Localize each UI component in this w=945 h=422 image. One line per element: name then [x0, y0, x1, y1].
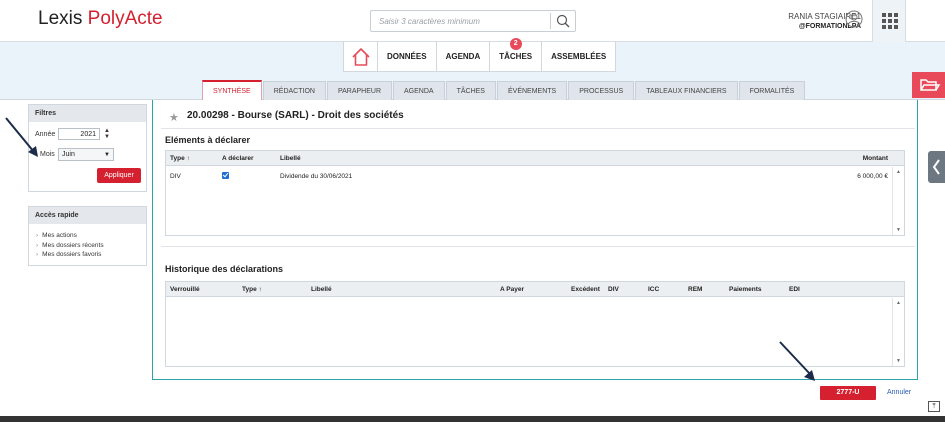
- chevron-right-icon: ›: [36, 251, 39, 258]
- apply-button[interactable]: Appliquer: [97, 168, 141, 183]
- scroll-to-top-icon[interactable]: ⤒: [928, 401, 940, 412]
- app-header: Lexis PolyActe Saisir 3 caractères minim…: [0, 0, 945, 42]
- top-navigation: DONNÉES AGENDA 2 TÂCHES ASSEMBLÉES: [343, 38, 617, 72]
- scroll-up-icon[interactable]: ▲: [896, 169, 901, 175]
- apps-grid-icon: [882, 13, 898, 29]
- search-placeholder: Saisir 3 caractères minimum: [379, 17, 480, 26]
- quick-link-label: Mes dossiers favoris: [42, 251, 102, 258]
- elements-title: Eléments à déclarer: [165, 135, 251, 145]
- tab-parapheur[interactable]: PARAPHEUR: [326, 81, 393, 100]
- quick-link-label: Mes dossiers récents: [42, 241, 104, 249]
- table-row[interactable]: DIV Dividende du 30/06/2021 6 000,00 €: [166, 167, 904, 185]
- row-type: DIV: [170, 173, 181, 180]
- user-avatar-icon[interactable]: [845, 10, 863, 28]
- tab-synthese[interactable]: SYNTHÈSE: [202, 80, 262, 100]
- nav-donnees[interactable]: DONNÉES: [378, 42, 437, 72]
- tab-redaction[interactable]: RÉDACTION: [262, 81, 326, 100]
- apps-menu-button[interactable]: [872, 0, 906, 42]
- dossier-title: 20.00298 - Bourse (SARL) - Droit des soc…: [187, 110, 404, 121]
- elements-scrollbar[interactable]: ▲ ▼: [892, 167, 904, 235]
- home-button[interactable]: [344, 42, 378, 72]
- row-montant: 6 000,00 €: [857, 173, 888, 180]
- quick-link-label: Mes actions: [42, 232, 77, 239]
- quick-links: › Mes actions › Mes dossiers récents › Mes …: [36, 231, 104, 260]
- mois-value: Juin: [62, 151, 75, 158]
- quick-link-actions[interactable]: › Mes actions: [36, 231, 104, 241]
- col-rem[interactable]: REM: [688, 286, 702, 293]
- folder-panel-button[interactable]: [912, 72, 945, 98]
- tab-processus[interactable]: PROCESSUS: [568, 81, 635, 100]
- row-libelle: Dividende du 30/06/2021: [280, 173, 353, 180]
- scroll-down-icon[interactable]: ▼: [896, 358, 901, 364]
- elements-table: Type ↑ A déclarer Libellé Montant DIV Di…: [165, 150, 905, 236]
- a-declarer-checkbox[interactable]: [222, 172, 229, 179]
- chevron-right-icon: ›: [36, 232, 39, 239]
- star-icon[interactable]: ★: [169, 111, 179, 124]
- tab-evenements[interactable]: ÉVÉNEMENTS: [496, 81, 568, 100]
- col-div[interactable]: DIV: [608, 286, 619, 293]
- mois-select[interactable]: Juin ▼: [58, 148, 114, 161]
- search-input[interactable]: Saisir 3 caractères minimum: [370, 10, 576, 32]
- chevron-down-icon: ▼: [104, 152, 110, 158]
- col-libelle[interactable]: Libellé: [280, 155, 301, 162]
- col-icc[interactable]: ICC: [648, 286, 659, 293]
- nav-band: DONNÉES AGENDA 2 TÂCHES ASSEMBLÉES SYNTH…: [0, 38, 945, 100]
- tab-agenda[interactable]: AGENDA: [393, 81, 445, 100]
- nav-agenda[interactable]: AGENDA: [437, 42, 491, 72]
- annee-stepper[interactable]: ▲ ▼: [104, 128, 112, 140]
- col-type[interactable]: Type ↑: [242, 286, 262, 293]
- annotation-arrow-icon: [5, 117, 38, 157]
- tab-tableaux-financiers[interactable]: TABLEAUX FINANCIERS: [635, 81, 738, 100]
- taches-count-badge: 2: [509, 38, 522, 50]
- col-type[interactable]: Type ↑: [170, 155, 190, 162]
- nav-taches-label: TÂCHES: [499, 52, 533, 61]
- logo-text: Lexis: [38, 8, 88, 29]
- acces-rapide-panel: Accès rapide › Mes actions › Mes dossiers …: [28, 206, 147, 266]
- sort-up-icon: ↑: [186, 155, 190, 162]
- search-divider: [550, 13, 551, 29]
- col-excedent[interactable]: Excédent: [571, 286, 600, 293]
- historique-header: Verrouillé Type ↑ Libellé A Payer Excéde…: [166, 282, 904, 297]
- cancel-link[interactable]: Annuler: [887, 389, 911, 396]
- acces-rapide-title: Accès rapide: [29, 207, 146, 224]
- footer-bar: [0, 416, 945, 422]
- quick-link-recents[interactable]: › Mes dossiers récents: [36, 241, 104, 251]
- elements-header: Type ↑ A déclarer Libellé Montant: [166, 151, 904, 166]
- app-logo[interactable]: Lexis PolyActe: [38, 8, 163, 30]
- home-icon: [352, 48, 370, 66]
- col-edi[interactable]: EDI: [789, 286, 800, 293]
- divider: [161, 128, 915, 129]
- tab-formalites[interactable]: FORMALITÉS: [738, 81, 806, 100]
- logo-brand-text: PolyActe: [87, 8, 163, 29]
- dossier-tabs: SYNTHÈSE RÉDACTION PARAPHEUR AGENDA TÂCH…: [202, 80, 806, 100]
- search-icon[interactable]: [556, 14, 570, 28]
- scroll-down-icon[interactable]: ▼: [896, 227, 901, 233]
- chevron-right-icon: ›: [36, 241, 39, 249]
- col-paiements[interactable]: Paiements: [729, 286, 762, 293]
- chevron-left-icon: [932, 159, 940, 175]
- side-panel-toggle[interactable]: [928, 151, 945, 183]
- col-a-declarer[interactable]: A déclarer: [222, 155, 254, 162]
- sort-up-icon: ↑: [258, 286, 262, 293]
- col-verrouille[interactable]: Verrouillé: [170, 286, 200, 293]
- declaration-2777-button[interactable]: 2777-U: [820, 386, 876, 400]
- historique-scrollbar[interactable]: ▲ ▼: [892, 298, 904, 366]
- tab-taches[interactable]: TÂCHES: [445, 81, 496, 100]
- col-a-payer[interactable]: A Payer: [500, 286, 524, 293]
- col-montant[interactable]: Montant: [863, 155, 888, 162]
- annotation-arrow-icon: [779, 341, 815, 381]
- nav-taches[interactable]: 2 TÂCHES: [490, 38, 543, 72]
- folder-open-icon: [920, 79, 941, 91]
- historique-title: Historique des déclarations: [165, 264, 284, 274]
- annee-input[interactable]: 2021: [58, 128, 100, 140]
- col-libelle[interactable]: Libellé: [311, 286, 332, 293]
- nav-assemblees[interactable]: ASSEMBLÉES: [542, 42, 615, 72]
- scroll-up-icon[interactable]: ▲: [896, 300, 901, 306]
- quick-link-favoris[interactable]: › Mes dossiers favoris: [36, 250, 104, 260]
- divider: [161, 246, 915, 247]
